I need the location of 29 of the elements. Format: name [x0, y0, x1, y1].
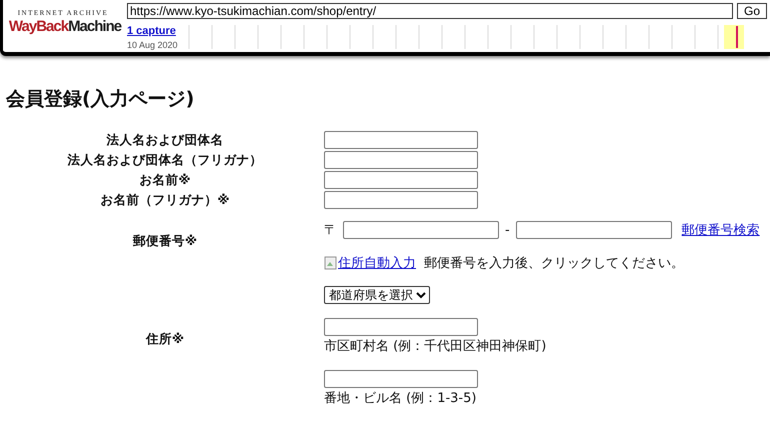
go-button[interactable]: Go [736, 3, 767, 19]
auto-fill-link[interactable]: 住所自動入力 [324, 254, 416, 272]
logo-wordmark: WayBackMachine [8, 17, 122, 37]
field-label: 法人名および団体名（フリガナ） [68, 152, 262, 166]
text-field[interactable] [324, 151, 478, 169]
text-field[interactable] [324, 131, 478, 149]
field-label: お名前（フリガナ）※ [100, 192, 230, 206]
prefecture-select[interactable]: 都道府県を選択 [324, 286, 430, 304]
url-field[interactable]: https://www.kyo-tsukimachian.com/shop/entry/ [127, 3, 733, 19]
text-field[interactable] [324, 370, 478, 388]
text-field[interactable] [343, 221, 499, 239]
text-field[interactable] [324, 318, 478, 336]
field-caption: 市区町村名 (例：千代田区神田神保町) [324, 338, 548, 355]
field-label: 法人名および団体名 [106, 132, 224, 146]
field-label: 住所※ [146, 331, 184, 346]
page-title: 会員登録(入力ページ) [6, 87, 196, 112]
capture-date: 10 Aug 2020 [127, 40, 179, 50]
postal-mark: 〒 [324, 222, 337, 239]
captures-link[interactable]: 1 capture [127, 25, 187, 37]
field-caption: 番地・ビル名 (例：1-3-5) [324, 390, 478, 407]
postal-search-link[interactable]: 郵便番号検索 [682, 221, 760, 239]
field-label: お名前※ [139, 172, 191, 186]
field-label: 郵便番号※ [132, 232, 198, 248]
separator: - [505, 222, 510, 238]
text-field[interactable] [324, 191, 478, 209]
text-field[interactable] [324, 171, 478, 189]
auto-fill-hint: 郵便番号を入力後、クリックしてください。 [424, 255, 684, 272]
broken-image-icon [324, 256, 338, 270]
text-field[interactable] [516, 221, 672, 239]
